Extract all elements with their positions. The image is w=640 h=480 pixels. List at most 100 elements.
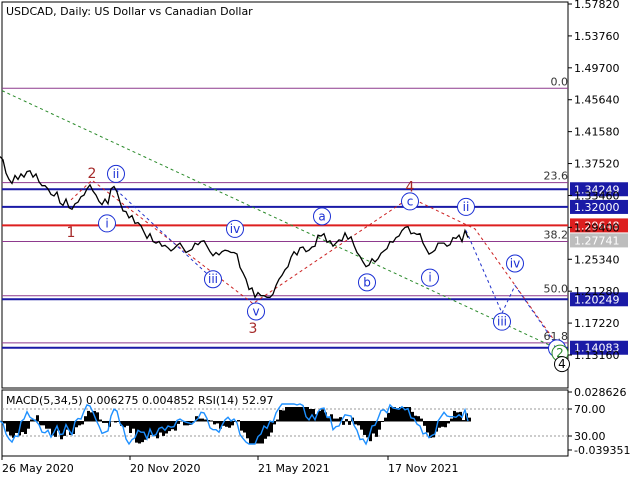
price-tick-label: 1.49700: [574, 62, 620, 75]
macd-bar: [210, 420, 213, 422]
macd-bar: [426, 421, 429, 433]
macd-bar: [225, 421, 228, 427]
macd-bar: [282, 410, 285, 422]
macd-bar: [237, 420, 240, 422]
indicator-tick-label: 30.00: [574, 430, 606, 443]
price-tick-label: 1.25340: [574, 253, 620, 266]
macd-bar: [102, 421, 105, 423]
macd-bar: [393, 407, 396, 422]
fib-level-label: 50.0: [544, 283, 569, 296]
price-tick-label: 1.29400: [574, 221, 620, 234]
price-tick-label: 1.57820: [574, 0, 620, 11]
fib-level-label: 38.2: [544, 229, 569, 242]
indicator-label: MACD(5,34,5) 0.006275 0.004852 RSI(14) 5…: [6, 394, 273, 407]
price-tick-label: 1.33460: [574, 189, 620, 202]
macd-bar: [81, 421, 84, 425]
wave-label-circled: iv: [230, 222, 240, 236]
macd-bar: [30, 419, 33, 422]
macd-bar: [381, 421, 384, 422]
macd-bar: [129, 421, 132, 434]
macd-bar: [87, 410, 90, 422]
macd-bar: [417, 416, 420, 422]
macd-bar: [450, 418, 453, 422]
macd-bar: [363, 421, 366, 435]
indicator-tick-label: 70.00: [574, 403, 606, 416]
macd-bar: [411, 411, 414, 422]
macd-bar: [390, 407, 393, 422]
wave-label-red: 1: [67, 225, 76, 241]
macd-bar: [420, 418, 423, 422]
indicator-tick-label: 0.028626: [574, 386, 627, 399]
wave-label-circled: a: [318, 209, 325, 223]
price-chart[interactable]: USDCAD, Daily: US Dollar vs Canadian Dol…: [0, 0, 640, 480]
macd-bar: [300, 407, 303, 422]
macd-bar: [441, 421, 444, 427]
wave-label-circled: iii: [497, 315, 507, 329]
macd-bar: [447, 421, 450, 424]
macd-bar: [48, 421, 51, 429]
macd-bar: [243, 421, 246, 433]
macd-bar: [78, 421, 81, 426]
macd-bar: [468, 417, 471, 422]
macd-bar: [345, 419, 348, 422]
macd-bar: [126, 421, 129, 426]
macd-bar: [318, 410, 321, 422]
macd-bar: [252, 421, 255, 444]
macd-bar: [249, 421, 252, 444]
macd-bar: [264, 421, 267, 439]
macd-bar: [291, 407, 294, 422]
price-tick-label: 1.45640: [574, 94, 620, 107]
macd-bar: [231, 421, 234, 426]
fib-level-label: 0.0: [551, 75, 569, 88]
macd-bar: [279, 409, 282, 422]
macd-bar: [213, 421, 216, 425]
macd-bar: [342, 421, 345, 425]
macd-bar: [132, 421, 135, 429]
date-tick-label: 26 May 2020: [2, 462, 74, 475]
macd-bar: [105, 421, 108, 423]
price-level-tag-label: 1.32000: [574, 201, 620, 214]
macd-bar: [177, 421, 180, 424]
wave-label-red: 2: [88, 166, 97, 182]
date-tick-label: 17 Nov 2021: [388, 462, 458, 475]
chart-title: USDCAD, Daily: US Dollar vs Canadian Dol…: [6, 5, 253, 18]
macd-bar: [228, 421, 231, 428]
macd-bar: [6, 421, 9, 432]
macd-bar: [27, 421, 30, 429]
date-tick-label: 21 May 2021: [258, 462, 330, 475]
price-tick-label: 1.41580: [574, 126, 620, 139]
macd-bar: [45, 421, 48, 429]
macd-bar: [366, 421, 369, 438]
wave-label-circled: ii: [113, 167, 120, 181]
wave-label-red: 3: [249, 321, 258, 337]
wave-label-circled: b: [363, 275, 371, 289]
wave-label-circled: v: [252, 304, 259, 318]
price-tick-label: 1.53760: [574, 30, 620, 43]
wave-label-circled: i: [428, 271, 431, 285]
macd-bar: [84, 416, 87, 422]
wave-label-black: 4: [558, 357, 566, 371]
macd-bar: [171, 421, 174, 430]
wave-label-circled: c: [407, 194, 414, 208]
macd-bar: [372, 421, 375, 434]
macd-bar: [378, 421, 381, 430]
wave-label-circled: i: [105, 216, 108, 230]
macd-bar: [354, 421, 357, 425]
macd-bar: [246, 421, 249, 439]
macd-bar: [60, 421, 63, 440]
price-tick-label: 1.13160: [574, 349, 620, 362]
macd-bar: [111, 421, 114, 422]
macd-bar: [297, 407, 300, 422]
macd-bar: [24, 421, 27, 434]
macd-bar: [42, 421, 45, 426]
macd-bar: [336, 418, 339, 422]
macd-bar: [285, 407, 288, 422]
macd-bar: [15, 421, 18, 434]
macd-bar: [387, 412, 390, 422]
macd-bar: [90, 412, 93, 422]
macd-bar: [348, 421, 351, 425]
macd-bar: [204, 419, 207, 422]
price-level-tag-label: 1.27741: [574, 234, 620, 247]
fib-level-label: 23.6: [544, 170, 569, 183]
macd-bar: [384, 417, 387, 422]
